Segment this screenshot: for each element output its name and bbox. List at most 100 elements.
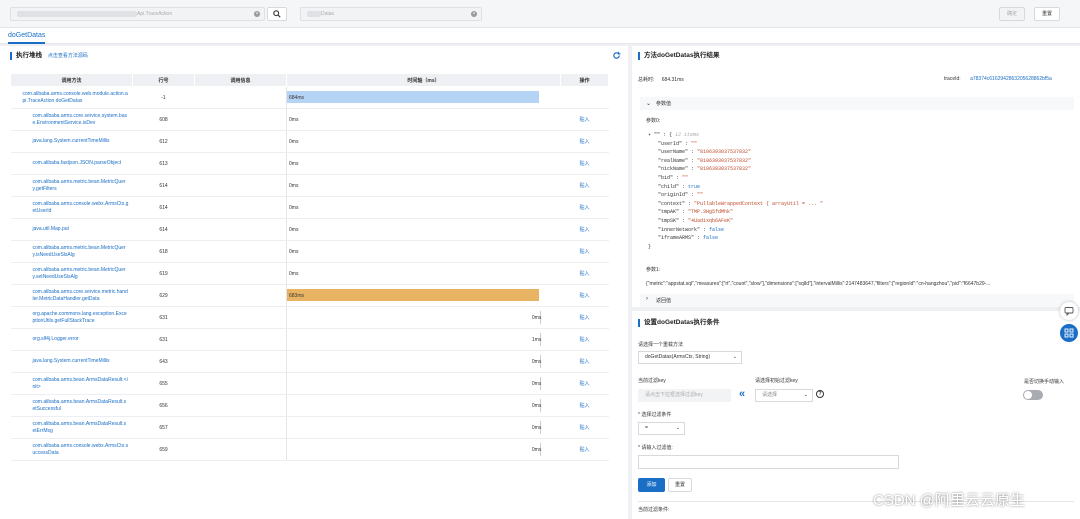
method-cell[interactable]: com.alibaba.arms.bean.ArmsDataResult.set…	[10, 416, 133, 439]
paste-link[interactable]: 贴入	[560, 174, 609, 197]
condition-title: 设置doGetDatas执行条件	[638, 319, 719, 327]
json-key: "userId" :	[658, 140, 689, 147]
method-cell[interactable]: java.util.Map.put	[10, 218, 133, 241]
time-label: 0ms	[289, 204, 299, 211]
clear-icon[interactable]: ×	[471, 11, 477, 17]
manual-input-label: 是否切换手动输入	[1024, 379, 1065, 385]
reset-button[interactable]: 重置	[1034, 7, 1060, 21]
paste-link[interactable]: 贴入	[560, 108, 609, 131]
paste-link[interactable]: 贴入	[560, 328, 609, 351]
col-timeline: 时间轴（ms）	[286, 73, 561, 87]
time-label: 0ms	[531, 381, 542, 387]
add-button[interactable]: 添加	[638, 478, 665, 492]
method-cell[interactable]: com.alibaba.arms.core.service.system.bas…	[10, 108, 133, 131]
method-suffix: Datas	[321, 11, 335, 17]
table-row: com.alibaba.arms.bean.ArmsDataResult.set…	[10, 394, 609, 417]
info-cell	[194, 416, 287, 439]
timeline-cell: 0ms	[286, 108, 561, 131]
filter-key-input[interactable]: 请点击下拉框选择过滤key	[638, 389, 731, 402]
paste-link[interactable]: 贴入	[560, 218, 609, 241]
paste-link[interactable]: 贴入	[560, 152, 609, 175]
paste-link[interactable]: 贴入	[560, 284, 609, 307]
method-cell[interactable]: com.alibaba.fastjson.JSON.parseObject	[10, 152, 133, 175]
refresh-icon[interactable]	[612, 51, 621, 60]
time-label: 1ms	[531, 337, 542, 343]
json-value: ""	[691, 140, 698, 147]
method-select[interactable]: doGetDatas(ArmsCtx, String) ⌄	[638, 351, 742, 364]
filter-cond-select[interactable]: = ⌄	[638, 422, 685, 435]
json-line: "bid" : ""	[658, 174, 823, 183]
method-cell[interactable]: org.slf4j.Logger.error	[10, 328, 133, 351]
time-label: 0ms	[289, 138, 299, 145]
filter-value-input[interactable]	[638, 455, 899, 469]
double-chevron-left-icon[interactable]: «	[739, 388, 745, 400]
timeline-cell: 0ms	[286, 438, 561, 461]
method-search-input[interactable]: Datas ×	[300, 7, 482, 21]
method-cell[interactable]: java.lang.System.currentTimeMillis	[10, 130, 133, 153]
tab-doGetDatas[interactable]: doGetDatas	[8, 28, 46, 44]
method-cell[interactable]: com.alibaba.arms.console.webx.ArmsCtx.su…	[10, 438, 133, 461]
timeline-cell: 0ms	[286, 350, 561, 373]
json-line: "nickName" : "8106393037537832"	[658, 165, 823, 174]
method-cell[interactable]: com.alibaba.arms.core.service.metric.han…	[10, 284, 133, 307]
info-cell	[194, 372, 287, 395]
method-cell[interactable]: com.alibaba.arms.bean.ArmsDataResult.set…	[10, 394, 133, 417]
table-row: com.alibaba.arms.console.web.module.acti…	[10, 86, 609, 109]
question-icon[interactable]: ?	[816, 390, 824, 398]
json-value: "TMP.3Hg5fdMhk"	[688, 209, 734, 216]
return-section-header[interactable]: › 返回值	[640, 294, 1074, 307]
json-value: false	[709, 226, 725, 233]
json-key: "context" :	[658, 200, 692, 207]
json-line: "tmpSK" : "4Uadixqb6AFeK"	[658, 217, 823, 226]
condition-reset-button[interactable]: 重置	[668, 478, 692, 492]
paste-link[interactable]: 贴入	[560, 416, 609, 439]
timeline-cell: 0ms	[286, 130, 561, 153]
paste-link[interactable]: 贴入	[560, 306, 609, 329]
time-label: 0ms	[289, 182, 299, 189]
method-cell[interactable]: com.alibaba.arms.metric.bean.MetricQuery…	[10, 174, 133, 197]
method-cell[interactable]: org.apache.commons.lang.exception.Except…	[10, 306, 133, 329]
line-cell: 657	[132, 416, 195, 439]
info-cell	[194, 152, 287, 175]
paste-link[interactable]: 贴入	[560, 394, 609, 417]
line-cell: 614	[132, 174, 195, 197]
paste-link[interactable]: 贴入	[560, 196, 609, 219]
clear-icon[interactable]: ×	[254, 11, 260, 17]
stack-table: 调用方法 行号 调用信息 时间轴（ms） 操作 com.alibaba.arms…	[10, 73, 609, 461]
paste-link[interactable]: 贴入	[560, 240, 609, 263]
paste-link[interactable]: 贴入	[560, 262, 609, 285]
paste-link[interactable]: 贴入	[560, 372, 609, 395]
method-cell[interactable]: java.lang.System.currentTimeMillis	[10, 350, 133, 373]
table-row: com.alibaba.arms.metric.bean.MetricQuery…	[10, 174, 609, 197]
paste-link[interactable]	[560, 86, 609, 109]
feedback-button[interactable]	[1060, 302, 1078, 320]
view-source-link[interactable]: 点击查看方法源码	[48, 53, 88, 59]
method-cell[interactable]: com.alibaba.arms.console.webx.ArmsCtx.ge…	[10, 196, 133, 219]
method-cell[interactable]: com.alibaba.arms.bean.ArmsDataResult.<in…	[10, 372, 133, 395]
class-search-input[interactable]: Api.TraceAction ×	[10, 7, 265, 21]
confirm-button[interactable]: 确定	[999, 7, 1025, 21]
traceid-value[interactable]: a78374c6162942863205628862bf5a	[970, 76, 1052, 82]
manual-input-toggle[interactable]	[1023, 390, 1043, 400]
method-cell[interactable]: com.alibaba.arms.metric.bean.MetricQuery…	[10, 240, 133, 263]
params-section-label: 参数值	[656, 101, 672, 107]
json-key: "child" :	[658, 183, 686, 190]
line-cell: 608	[132, 108, 195, 131]
apps-button[interactable]	[1060, 324, 1078, 342]
paste-link[interactable]: 贴入	[560, 130, 609, 153]
params-section-header[interactable]: ⌄ 参数值	[640, 97, 1074, 110]
timeline-cell: 0ms	[286, 240, 561, 263]
timeline-cell: 0ms	[286, 416, 561, 439]
filter-cond-label: * 选择过滤条件	[638, 412, 672, 418]
init-key-select[interactable]: 请选择 ⌄	[755, 389, 813, 402]
json-line: "userName" : "8106393037537832"	[658, 148, 823, 157]
method-cell[interactable]: com.alibaba.arms.metric.bean.MetricQuery…	[10, 262, 133, 285]
line-cell: 614	[132, 218, 195, 241]
paste-link[interactable]: 贴入	[560, 350, 609, 373]
method-cell[interactable]: com.alibaba.arms.console.web.module.acti…	[10, 86, 133, 109]
json-value: ""	[697, 192, 704, 199]
search-button[interactable]	[267, 7, 287, 21]
paste-link[interactable]: 贴入	[560, 438, 609, 461]
table-row: java.lang.System.currentTimeMillis 643 0ms…	[10, 350, 609, 373]
return-section-label: 返回值	[656, 298, 672, 304]
